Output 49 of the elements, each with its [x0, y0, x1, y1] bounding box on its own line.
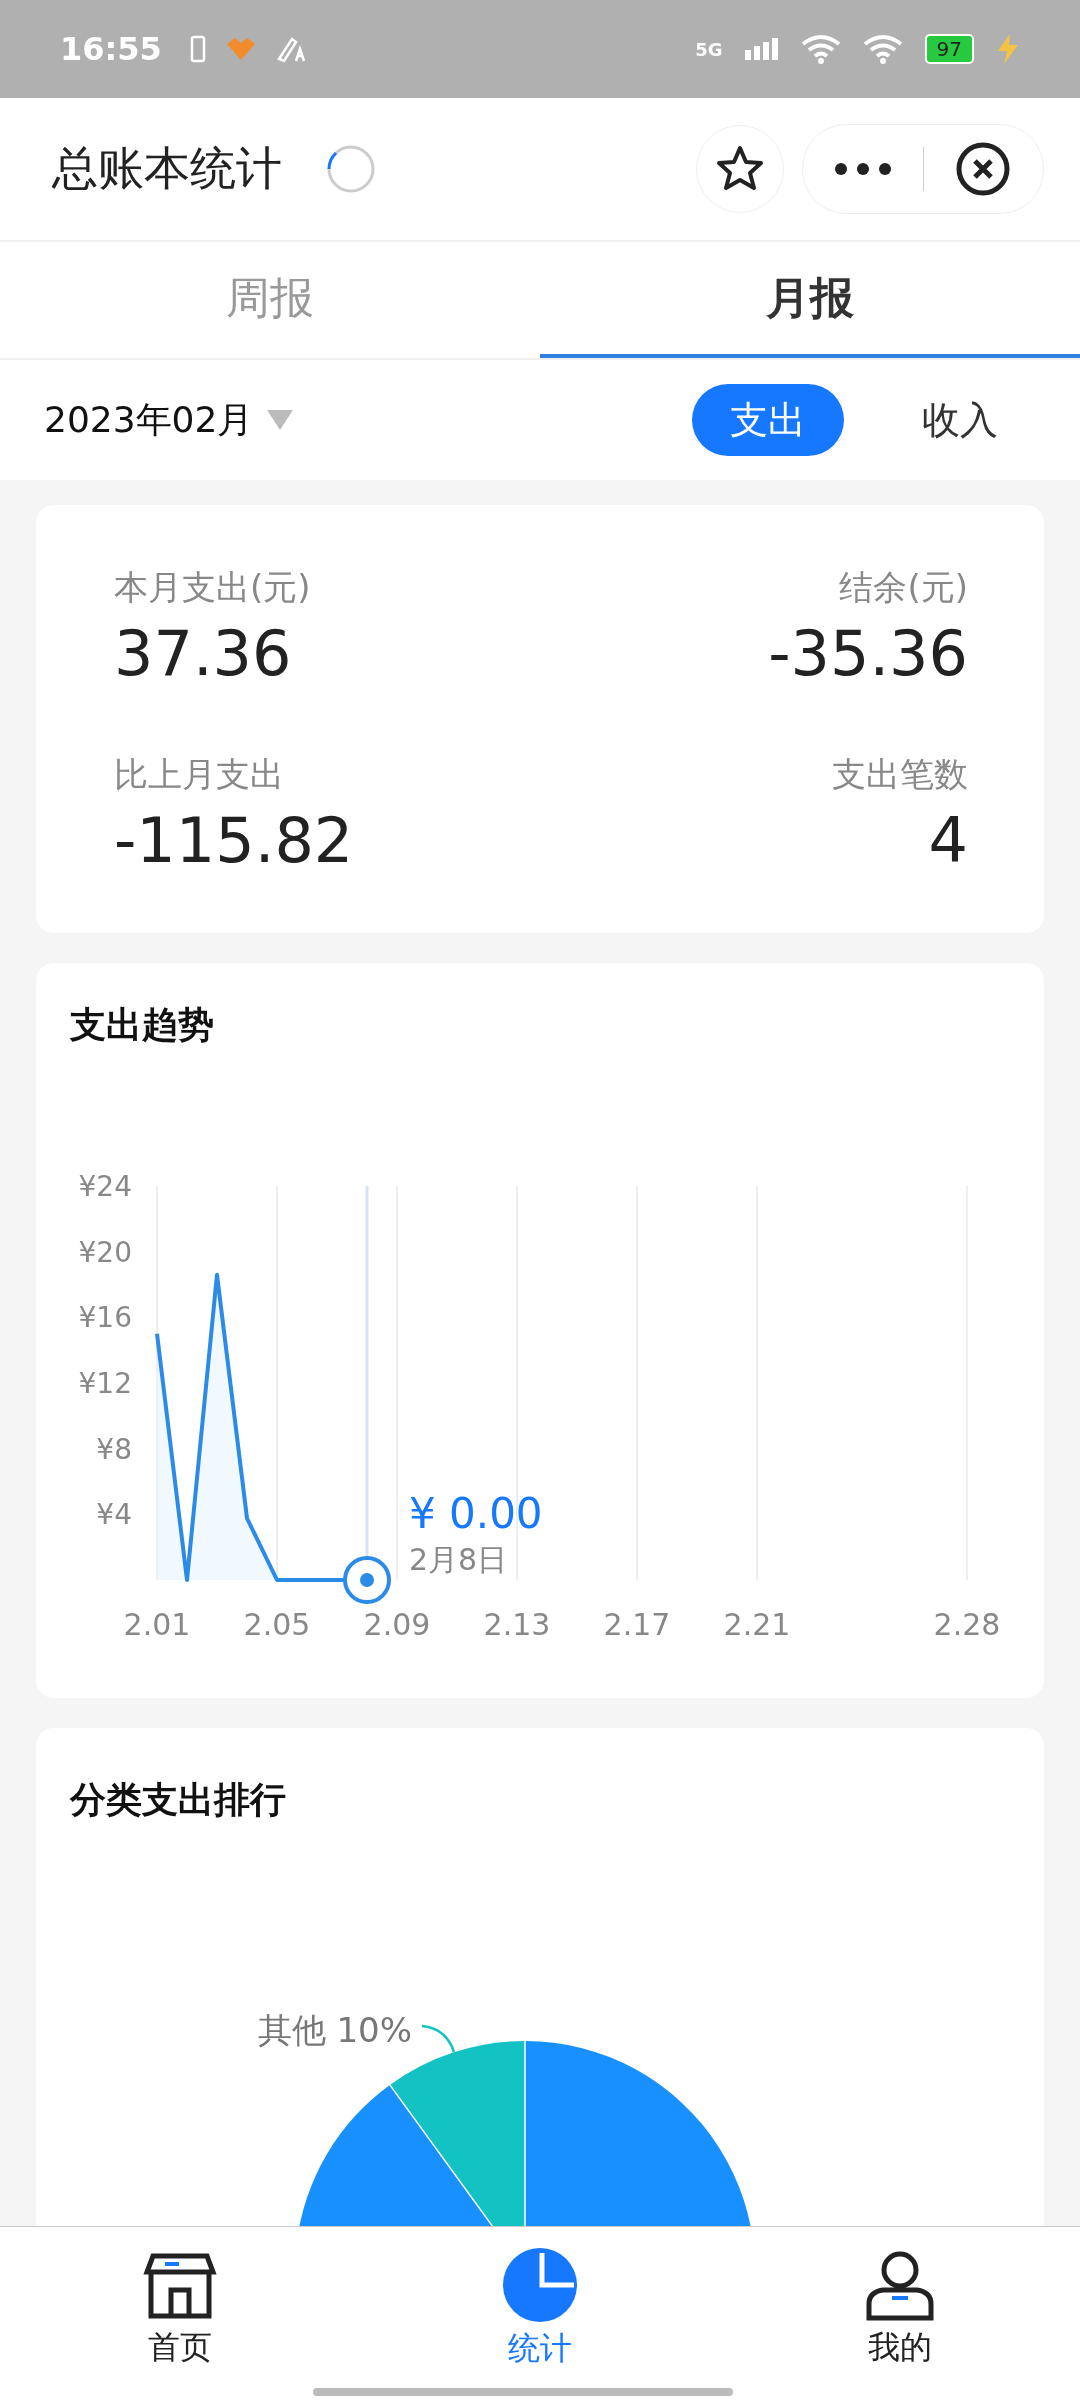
wifi-icon	[862, 34, 903, 64]
stat-label: 本月支出(元)	[114, 566, 312, 609]
stat-value: -115.82	[114, 804, 355, 877]
stat-value: 4	[928, 804, 968, 877]
card-title: 支出趋势	[69, 1003, 215, 1047]
battery-level: 97	[924, 34, 974, 64]
stat-value: -35.36	[768, 617, 968, 690]
tooltip-date: 2月8日	[409, 1542, 508, 1577]
axis-label: 2.21	[723, 1607, 791, 1642]
phone-icon	[189, 35, 206, 63]
network-label: 5G	[695, 38, 723, 60]
page-title: 总账本统计	[52, 140, 282, 197]
axis-label: 2.01	[123, 1607, 191, 1642]
axis-label: 2.09	[363, 1607, 431, 1642]
status-time: 16:55	[60, 30, 162, 68]
axis-label: ¥20	[78, 1235, 132, 1269]
pen-icon	[275, 35, 306, 63]
nav-item[interactable]: 首页	[0, 2227, 360, 2400]
loading-spinner-icon	[326, 144, 376, 194]
signal-icon	[744, 38, 779, 60]
pie-chart-icon	[502, 2246, 578, 2323]
axis-label: ¥4	[96, 1498, 132, 1532]
axis-label: 2.13	[483, 1607, 551, 1642]
wifi-icon	[800, 34, 841, 64]
nav-item[interactable]: 统计	[360, 2227, 720, 2400]
data-point[interactable]	[343, 1556, 391, 1604]
axis-label: 2.05	[243, 1607, 311, 1642]
type-toggle[interactable]: 收入	[884, 384, 1036, 456]
nav-item[interactable]: 我的	[720, 2227, 1080, 2400]
stat-value: 37.36	[114, 617, 293, 690]
axis-label: 2.17	[603, 1607, 671, 1642]
stat-label: 比上月支出	[114, 753, 285, 796]
close-icon	[955, 141, 1012, 197]
lightning-icon	[996, 34, 1020, 64]
tooltip-value: ¥ 0.00	[409, 1489, 543, 1538]
stat-label: 支出笔数	[832, 753, 968, 796]
slice-label: 其他 10%	[257, 2010, 412, 2050]
axis-label: ¥8	[96, 1432, 132, 1466]
axis-label: 2.28	[933, 1607, 1001, 1642]
leader-line	[421, 2024, 456, 2053]
more-icon	[834, 163, 891, 175]
type-toggle[interactable]: 支出	[692, 384, 844, 456]
axis-label: ¥24	[78, 1170, 132, 1203]
stat-label: 结余(元)	[839, 566, 968, 609]
card-title: 分类支出排行	[69, 1778, 287, 1822]
axis-label: ¥12	[78, 1367, 132, 1400]
month-picker[interactable]: 2023年02月	[44, 395, 294, 445]
dropdown-icon	[267, 410, 294, 430]
axis-label: ¥16	[78, 1301, 132, 1335]
